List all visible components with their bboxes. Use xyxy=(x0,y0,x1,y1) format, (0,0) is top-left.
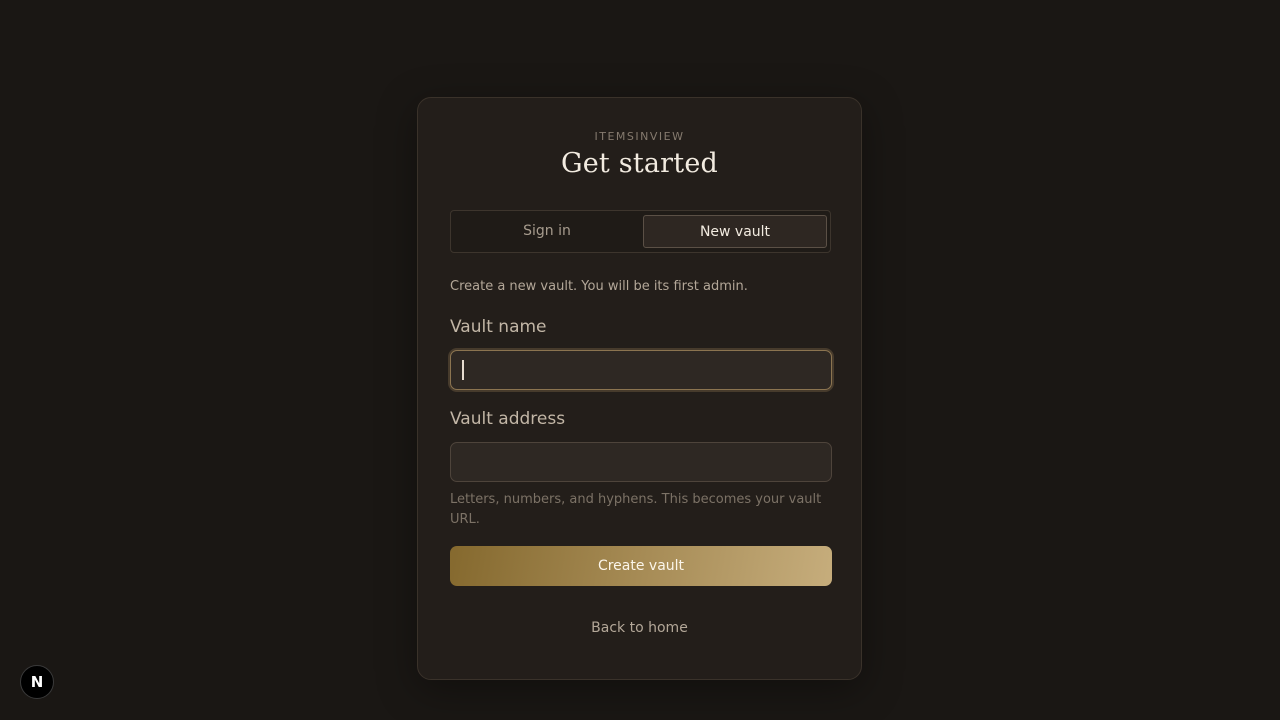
form-description: Create a new vault. You will be its firs… xyxy=(450,279,748,294)
vault-name-input[interactable] xyxy=(450,350,832,390)
tab-new-vault[interactable]: New vault xyxy=(643,215,827,248)
vault-name-label: Vault name xyxy=(450,317,547,337)
tab-sign-in[interactable]: Sign in xyxy=(455,215,639,248)
back-to-home-link[interactable]: Back to home xyxy=(418,620,861,636)
nextjs-icon[interactable]: N xyxy=(20,665,54,699)
auth-card: ITEMSINVIEW Get started Sign in New vaul… xyxy=(417,97,862,680)
create-vault-button[interactable]: Create vault xyxy=(450,546,832,586)
vault-address-label: Vault address xyxy=(450,409,566,429)
vault-address-hint: Letters, numbers, and hyphens. This beco… xyxy=(450,492,822,527)
vault-address-input[interactable] xyxy=(450,442,832,482)
page-title: Get started xyxy=(560,148,718,179)
text-caret xyxy=(462,360,464,380)
auth-tabs: Sign in New vault xyxy=(450,210,831,253)
brand-label: ITEMSINVIEW xyxy=(594,130,685,143)
